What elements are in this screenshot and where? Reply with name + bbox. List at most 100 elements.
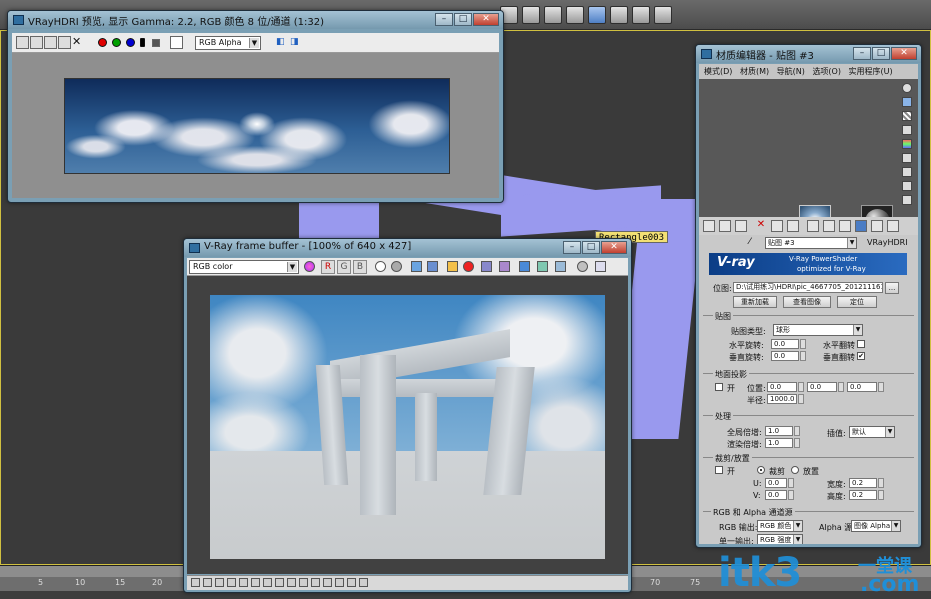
track-icon[interactable]	[44, 36, 57, 49]
hdri-titlebar[interactable]: VRayHDRI 预览, 显示 Gamma: 2.2, RGB 颜色 8 位/通…	[8, 11, 503, 29]
vfb-titlebar[interactable]: V-Ray frame buffer - [100% of 640 x 427]…	[184, 239, 631, 257]
menu-utilities[interactable]: 实用程序(U)	[849, 67, 893, 76]
save-all-icon[interactable]	[427, 261, 438, 272]
status-icon[interactable]	[287, 578, 296, 587]
render-mult-spinner[interactable]	[794, 438, 800, 448]
prev-icon[interactable]: ◧	[276, 36, 289, 49]
maximize-icon[interactable]: □	[454, 13, 472, 26]
history-icon[interactable]	[555, 261, 566, 272]
mono-icon[interactable]	[391, 261, 402, 272]
status-icon[interactable]	[359, 578, 368, 587]
show-end-result-icon[interactable]	[855, 220, 867, 232]
background-icon[interactable]	[902, 111, 912, 121]
green-channel-button[interactable]: G	[337, 260, 351, 274]
locate-button[interactable]: 定位	[837, 296, 877, 308]
get-material-icon[interactable]	[703, 220, 715, 232]
width-field[interactable]: 0.2	[849, 478, 877, 488]
width-spinner[interactable]	[878, 478, 884, 488]
blue-channel-icon[interactable]	[126, 38, 135, 47]
v-field[interactable]: 0.0	[765, 490, 787, 500]
follow-icon[interactable]	[499, 261, 510, 272]
position-y-spinner[interactable]	[838, 382, 844, 392]
status-icon[interactable]	[191, 578, 200, 587]
put-to-scene-icon[interactable]	[719, 220, 731, 232]
sample-type-icon[interactable]	[902, 83, 912, 93]
u-field[interactable]: 0.0	[765, 478, 787, 488]
v-flip-checkbox[interactable]: ✔	[857, 352, 865, 360]
material-id-icon[interactable]	[823, 220, 835, 232]
map-name-field[interactable]: 贴图 #3 ▼	[765, 237, 857, 249]
h-rotate-field[interactable]: 0.0	[771, 339, 799, 349]
maximize-icon[interactable]: □	[872, 47, 890, 60]
make-unique-icon[interactable]	[787, 220, 799, 232]
reset-map-icon[interactable]: ✕	[755, 220, 767, 232]
print-icon[interactable]	[58, 36, 71, 49]
bitmap-path-field[interactable]: D:\试用练习\HDRI\pic_4667705_20121116155	[733, 282, 883, 293]
vfb-channel-select[interactable]: RGB color ▼	[189, 260, 299, 274]
clear-icon[interactable]: ✕	[72, 36, 85, 49]
render-region-icon[interactable]	[463, 261, 474, 272]
clone-icon[interactable]	[30, 36, 43, 49]
status-icon[interactable]	[227, 578, 236, 587]
status-icon[interactable]	[251, 578, 260, 587]
menu-material[interactable]: 材质(M)	[740, 67, 769, 76]
v-rotate-spinner[interactable]	[800, 351, 806, 361]
section-rgb-alpha-header[interactable]: RGB 和 Alpha 通道源	[711, 507, 795, 518]
v-rotate-field[interactable]: 0.0	[771, 351, 799, 361]
save-icon[interactable]	[411, 261, 422, 272]
render-teapot-icon[interactable]	[654, 6, 672, 24]
select-by-material-icon[interactable]	[902, 181, 912, 191]
close-icon[interactable]: ✕	[891, 47, 917, 60]
next-icon[interactable]: ◨	[290, 36, 303, 49]
channel-select[interactable]: RGB Alpha ▼	[195, 36, 261, 50]
minimize-icon[interactable]: –	[563, 241, 581, 254]
go-to-parent-icon[interactable]	[871, 220, 883, 232]
track-mouse-icon[interactable]	[481, 261, 492, 272]
green-channel-icon[interactable]	[112, 38, 121, 47]
schematic-view-icon[interactable]	[566, 6, 584, 24]
map-type-select[interactable]: 球形 ▼	[773, 324, 863, 336]
overall-mult-field[interactable]: 1.0	[765, 426, 793, 436]
pick-material-icon[interactable]: ⁄	[749, 237, 761, 249]
section-map-header[interactable]: 贴图	[713, 311, 733, 322]
reload-button[interactable]: 重新加载	[733, 296, 777, 308]
status-icon[interactable]	[263, 578, 272, 587]
toolbar-button[interactable]	[522, 6, 540, 24]
show-in-viewport-icon[interactable]	[839, 220, 851, 232]
rgb-output-select[interactable]: RGB 颜色 ▼	[757, 520, 803, 532]
map-navigator-icon[interactable]	[902, 195, 912, 205]
radius-field[interactable]: 1000.0	[767, 394, 797, 404]
position-y-field[interactable]: 0.0	[807, 382, 837, 392]
close-icon[interactable]: ✕	[601, 241, 627, 254]
interp-select[interactable]: 默认 ▼	[849, 426, 895, 438]
save-icon[interactable]	[16, 36, 29, 49]
red-channel-button[interactable]: R	[321, 260, 335, 274]
red-channel-icon[interactable]	[98, 38, 107, 47]
status-icon[interactable]	[323, 578, 332, 587]
options-icon[interactable]	[902, 167, 912, 177]
copy-material-icon[interactable]	[771, 220, 783, 232]
lut-icon[interactable]	[519, 261, 530, 272]
menu-navigation[interactable]: 导航(N)	[777, 67, 805, 76]
maximize-icon[interactable]: □	[582, 241, 600, 254]
put-to-library-icon[interactable]	[807, 220, 819, 232]
status-icon[interactable]	[239, 578, 248, 587]
status-icon[interactable]	[311, 578, 320, 587]
position-x-spinner[interactable]	[798, 382, 804, 392]
mat-titlebar[interactable]: 材质编辑器 - 贴图 #3 – □ ✕	[696, 45, 921, 63]
crop-radio[interactable]	[757, 466, 765, 474]
settings-icon[interactable]	[595, 261, 606, 272]
curve-editor-icon[interactable]	[544, 6, 562, 24]
make-preview-icon[interactable]	[902, 153, 912, 163]
map-type-button[interactable]: VRayHDRI	[867, 238, 908, 247]
radius-spinner[interactable]	[798, 394, 804, 404]
crop-on-checkbox[interactable]	[715, 466, 723, 474]
minimize-icon[interactable]: –	[853, 47, 871, 60]
swatch-icon[interactable]	[170, 36, 183, 49]
render-setup-icon[interactable]	[610, 6, 628, 24]
position-x-field[interactable]: 0.0	[767, 382, 797, 392]
status-icon[interactable]	[335, 578, 344, 587]
alpha-source-select[interactable]: 图像 Alpha ▼	[851, 520, 901, 532]
ground-on-checkbox[interactable]	[715, 383, 723, 391]
view-image-button[interactable]: 查看图像	[783, 296, 831, 308]
